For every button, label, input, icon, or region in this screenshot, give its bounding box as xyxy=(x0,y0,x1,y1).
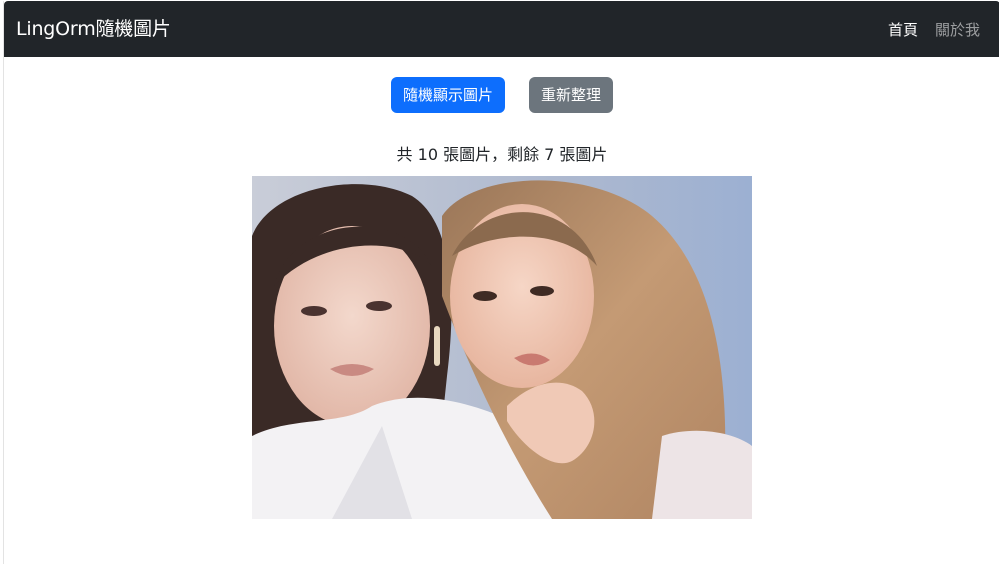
image-count-text: 共 10 張圖片，剩餘 7 張圖片 xyxy=(396,145,608,164)
nav-link-home[interactable]: 首頁 xyxy=(888,19,918,40)
reset-button[interactable]: 重新整理 xyxy=(529,77,614,113)
nav-link-about[interactable]: 關於我 xyxy=(935,19,980,40)
brand-link[interactable]: LingOrm隨機圖片 xyxy=(16,1,171,57)
random-image-button[interactable]: 隨機顯示圖片 xyxy=(390,77,505,113)
page-frame: LingOrm隨機圖片 首頁 關於我 隨機顯示圖片 重新整理 共 10 張圖片，… xyxy=(3,1,999,564)
navbar: LingOrm隨機圖片 首頁 關於我 xyxy=(4,1,999,57)
random-photo xyxy=(252,176,752,519)
button-row: 隨機顯示圖片 重新整理 xyxy=(4,77,999,113)
nav-links: 首頁 關於我 xyxy=(871,1,980,57)
